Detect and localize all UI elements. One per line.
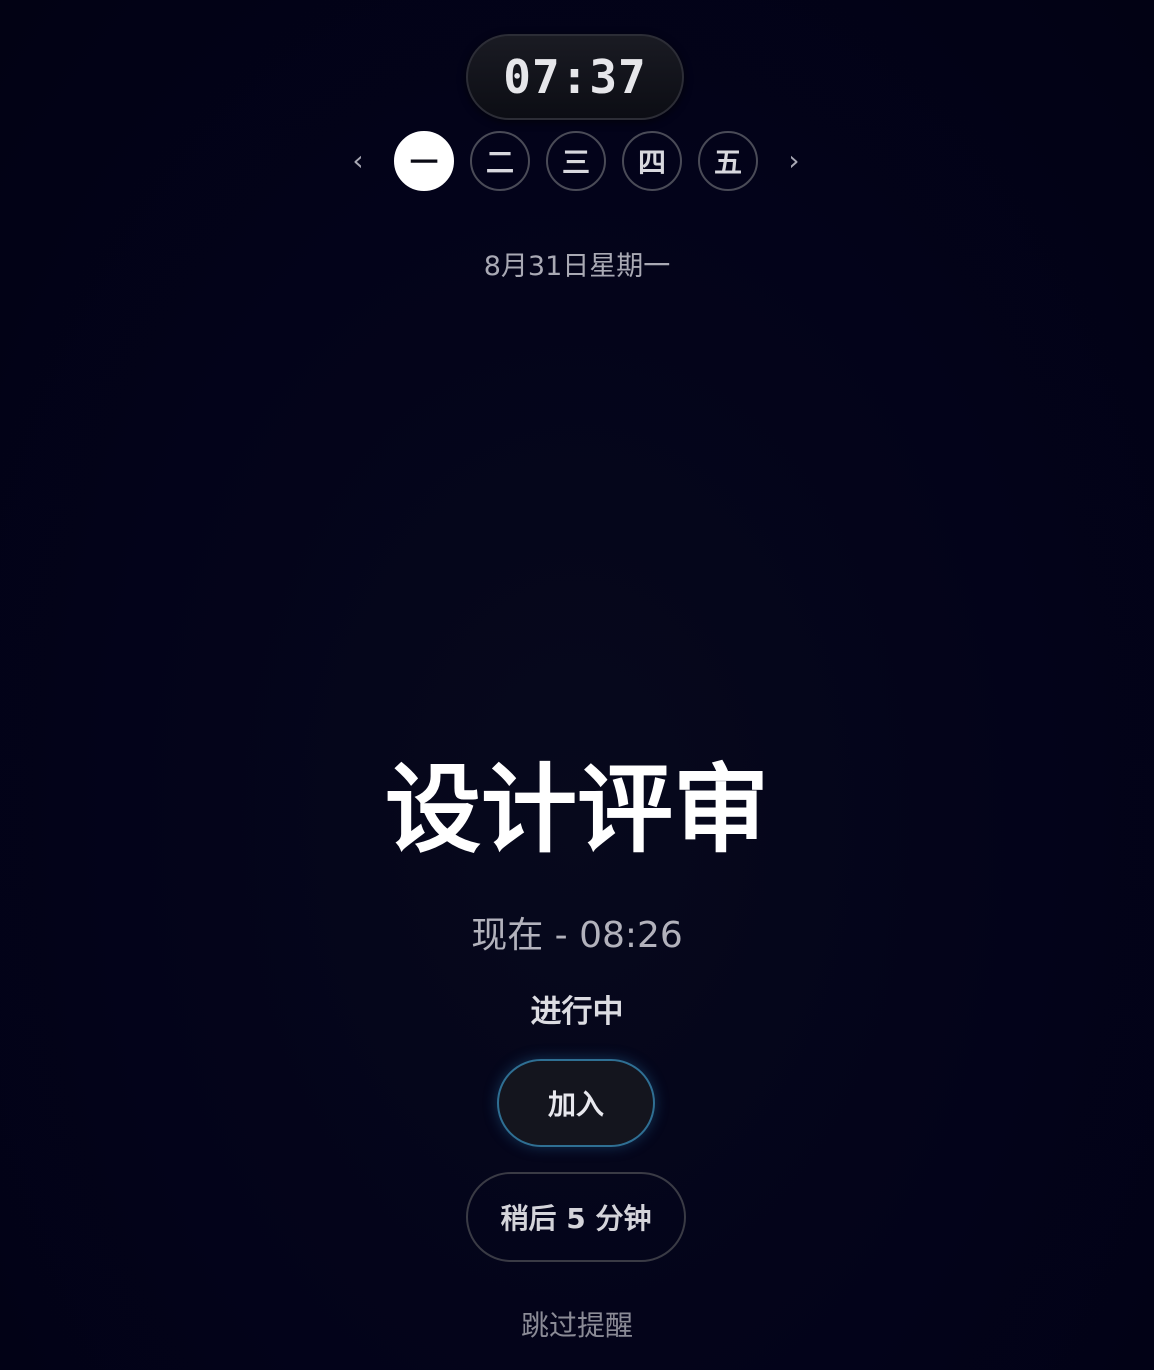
day-button-wed[interactable]: 三 [546,131,606,191]
date-label: 8月31日星期一 [483,251,671,282]
join-button-label: 加入 [547,1088,604,1121]
event-title: 设计评审 [385,754,769,866]
event-time-range: 现在 - 08:26 [471,915,683,956]
day-selector: ‹ 一 二 三 四 五 › [0,131,1154,191]
previous-day-arrow-icon[interactable]: ‹ [343,145,373,177]
day-button-mon[interactable]: 一 [394,131,454,191]
clock-display: 07:37 [466,34,684,120]
skip-reminder-link[interactable]: 跳过提醒 [0,1304,1154,1344]
day-button-thu[interactable]: 四 [622,131,682,191]
next-day-arrow-icon[interactable]: › [779,145,809,177]
day-button-fri[interactable]: 五 [698,131,758,191]
join-button[interactable]: 加入 [497,1059,655,1147]
event-status: 进行中 [530,994,624,1030]
day-button-tue[interactable]: 二 [470,131,530,191]
snooze-button[interactable]: 稍后 5 分钟 [466,1172,686,1262]
snooze-button-label: 稍后 5 分钟 [500,1202,652,1235]
